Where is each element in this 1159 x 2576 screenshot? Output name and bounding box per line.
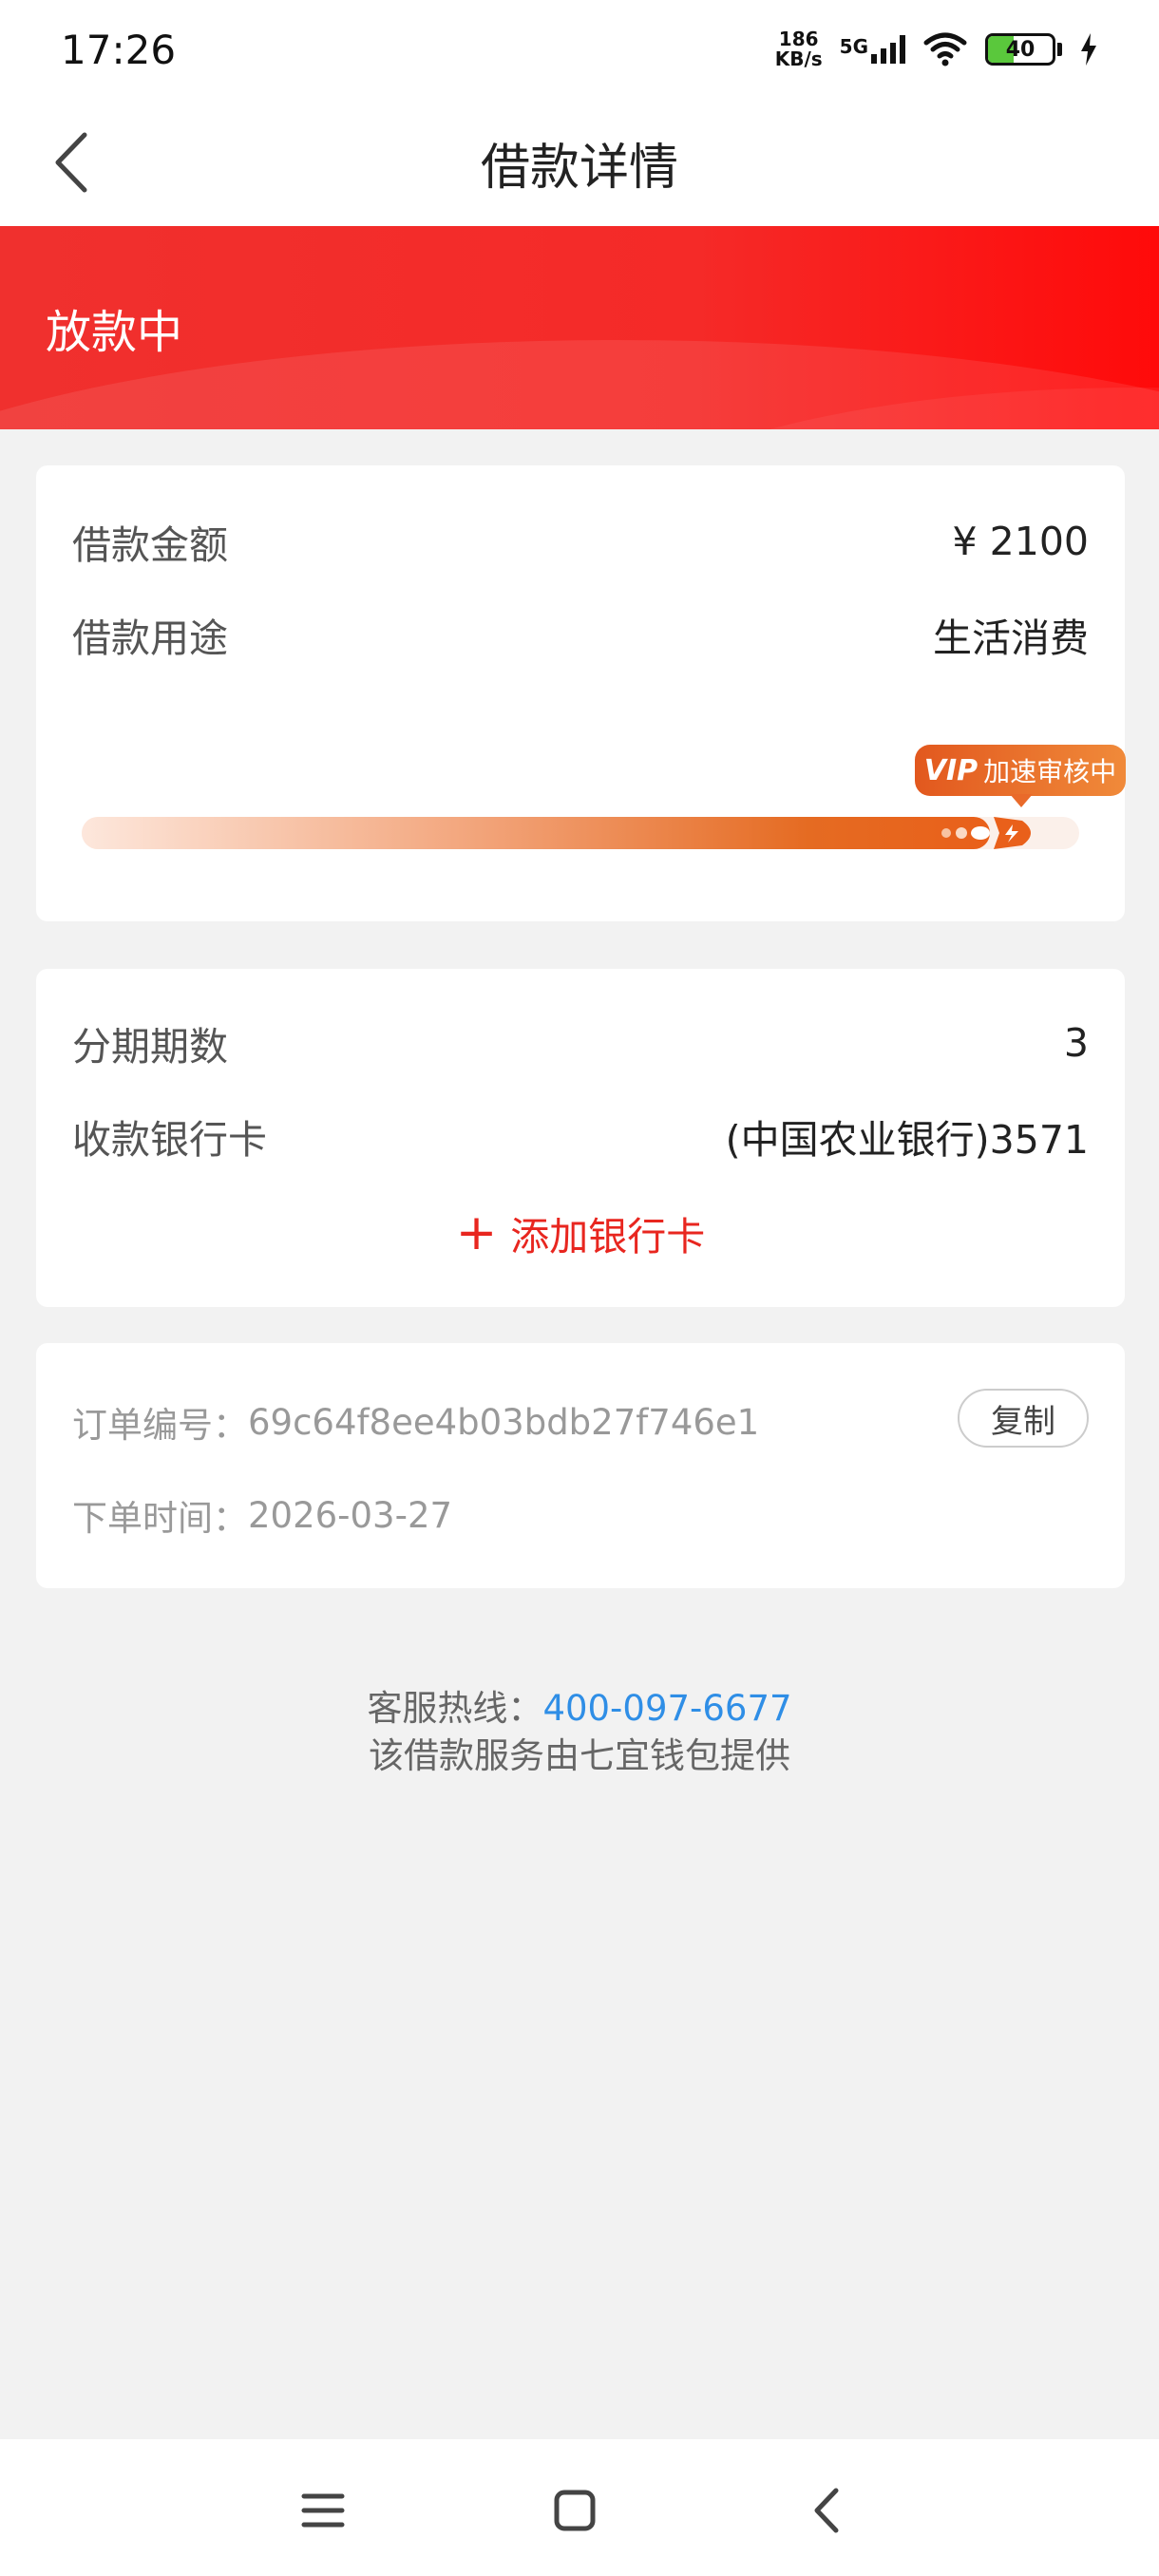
- installments-value: 3: [1063, 1020, 1089, 1066]
- bank-card-row[interactable]: 收款银行卡 (中国农业银行)3571: [72, 1108, 1089, 1165]
- progress-fill: [82, 817, 990, 849]
- battery-icon: 40: [985, 33, 1055, 66]
- back-arrow-icon: [814, 2488, 839, 2533]
- order-info-card: 订单编号： 69c64f8ee4b03bdb27f746e1 复制 下单时间： …: [36, 1343, 1125, 1588]
- page-title: 借款详情: [480, 139, 678, 197]
- nav-bar: 借款详情: [0, 99, 1159, 226]
- loan-summary-card: 借款金额 ¥ 2100 借款用途 生活消费 VIP 加速审核中: [36, 465, 1126, 921]
- order-number-label: 订单编号：: [72, 1405, 248, 1446]
- hotline-label: 客服热线：: [367, 1688, 543, 1729]
- home-button[interactable]: [542, 2477, 608, 2544]
- menu-icon: [301, 2493, 345, 2528]
- plus-icon: +: [455, 1204, 498, 1261]
- amount-label: 借款金额: [72, 522, 228, 568]
- status-time: 17:26: [61, 26, 177, 73]
- add-bank-card-button[interactable]: + 添加银行卡: [36, 1204, 1125, 1261]
- amount-value: ¥ 2100: [952, 519, 1089, 564]
- purpose-row: 借款用途 生活消费: [72, 606, 1089, 663]
- rocket-icon: [941, 817, 1031, 849]
- amount-row: 借款金额 ¥ 2100: [72, 513, 1089, 570]
- add-bank-card-label: 添加银行卡: [510, 1214, 706, 1260]
- vip-review-tag: VIP 加速审核中: [915, 745, 1126, 807]
- order-time-label: 下单时间：: [72, 1498, 248, 1539]
- order-time-row: 下单时间： 2026-03-27: [72, 1489, 1089, 1541]
- review-progress: VIP 加速审核中: [82, 745, 1126, 868]
- purpose-label: 借款用途: [72, 616, 228, 661]
- copy-button[interactable]: 复制: [958, 1389, 1089, 1448]
- order-number-value: 69c64f8ee4b03bdb27f746e1: [248, 1401, 760, 1443]
- order-number-row: 订单编号： 69c64f8ee4b03bdb27f746e1: [72, 1396, 1089, 1448]
- installments-label: 分期期数: [72, 1024, 228, 1070]
- status-bar: 17:26 186 KB/s 5G 40: [0, 0, 1159, 99]
- installments-row: 分期期数 3: [72, 1014, 1089, 1071]
- hotline-number-link[interactable]: 400-097-6677: [542, 1688, 791, 1729]
- status-icons: 186 KB/s 5G 40: [775, 29, 1098, 69]
- home-square-icon: [554, 2490, 596, 2531]
- network-speed: 186 KB/s: [774, 28, 823, 70]
- status-banner: 放款中: [0, 226, 1159, 429]
- wifi-icon: [923, 32, 967, 66]
- chevron-left-icon: [55, 132, 87, 193]
- hotline-line: 客服热线：400-097-6677: [0, 1679, 1159, 1731]
- bank-card-value: (中国农业银行)3571: [725, 1117, 1089, 1163]
- purpose-value: 生活消费: [933, 616, 1089, 661]
- charging-icon: [1081, 33, 1096, 66]
- loan-status: 放款中: [46, 306, 183, 359]
- system-nav-bar: [0, 2439, 1159, 2576]
- provider-text: 该借款服务由七宜钱包提供: [369, 1735, 790, 1776]
- menu-button[interactable]: [290, 2477, 356, 2544]
- order-time-value: 2026-03-27: [248, 1494, 453, 1536]
- system-back-button[interactable]: [793, 2477, 860, 2544]
- bank-card-label: 收款银行卡: [72, 1117, 267, 1163]
- repayment-card: 分期期数 3 收款银行卡 (中国农业银行)3571 + 添加银行卡: [36, 969, 1125, 1307]
- battery-cap: [1057, 43, 1062, 56]
- back-button[interactable]: [38, 127, 104, 198]
- cellular-signal-icon: 5G: [840, 35, 905, 64]
